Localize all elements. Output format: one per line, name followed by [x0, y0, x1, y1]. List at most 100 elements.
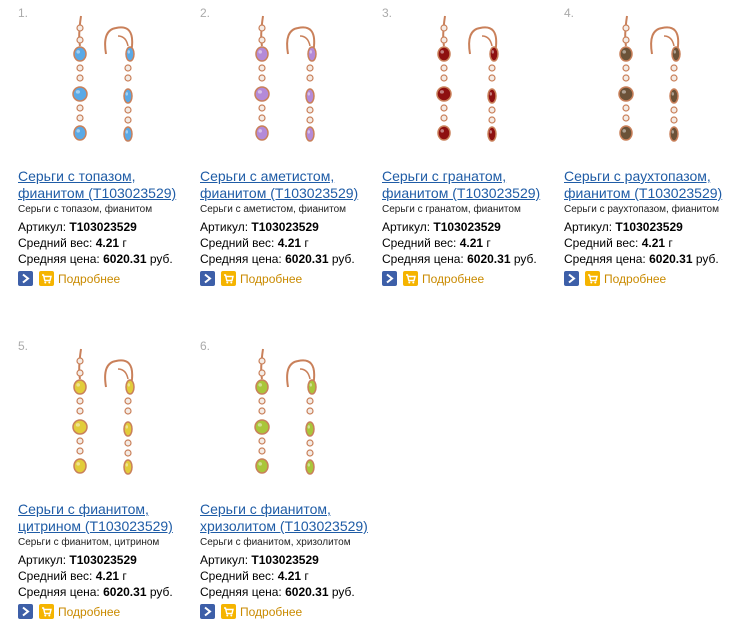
go-button[interactable] [200, 604, 215, 620]
product-title-link[interactable]: Серьги с раухтопазом, фианитом (Т1030235… [564, 168, 745, 202]
more-link[interactable]: Подробнее [604, 272, 666, 286]
gemstone [619, 46, 633, 62]
product-photo[interactable] [18, 339, 196, 497]
earrings-image [254, 348, 317, 475]
article-label: Артикул: [564, 220, 613, 234]
cubic-zirconia [124, 74, 132, 82]
cart-button[interactable] [221, 604, 236, 620]
gemstone [305, 421, 315, 437]
weight-unit: г [668, 236, 673, 250]
cubic-zirconia [670, 64, 678, 72]
gemstone-highlight [307, 130, 310, 134]
earrings-image [254, 15, 317, 142]
cart-button[interactable] [39, 271, 54, 287]
product-photo[interactable] [382, 6, 560, 164]
more-link[interactable]: Подробнее [422, 272, 484, 286]
gemstone-highlight [76, 462, 80, 466]
earring-right [104, 26, 135, 142]
product-number: 1. [18, 6, 29, 20]
cubic-zirconia [76, 74, 84, 82]
gemstone [125, 379, 135, 395]
earring-left [72, 15, 88, 141]
article-value: Т103023529 [433, 220, 501, 234]
gemstone-highlight [257, 90, 262, 94]
gemstone [73, 458, 87, 474]
price-unit: руб. [331, 252, 355, 266]
more-link[interactable]: Подробнее [240, 272, 302, 286]
cubic-zirconia [76, 114, 84, 122]
gemstone-highlight [671, 130, 674, 134]
weight-value: 4.21 [95, 236, 120, 250]
product-price: Средняя цена: 6020.31 руб. [18, 252, 173, 266]
gemstone-highlight [258, 50, 262, 54]
cubic-zirconia [76, 357, 84, 365]
cubic-zirconia [76, 24, 84, 32]
cubic-zirconia [258, 407, 266, 415]
weight-label: Средний вес: [18, 236, 93, 250]
go-button[interactable] [564, 271, 579, 287]
cubic-zirconia [622, 114, 630, 122]
weight-label: Средний вес: [564, 236, 639, 250]
gemstone [73, 125, 87, 141]
earring-right [286, 359, 317, 475]
more-link[interactable]: Подробнее [240, 605, 302, 619]
cubic-zirconia [622, 104, 630, 112]
cubic-zirconia [670, 74, 678, 82]
gemstone-highlight [127, 383, 130, 387]
weight-unit: г [122, 236, 127, 250]
arrow-right-icon [568, 273, 576, 284]
product-photo[interactable] [18, 6, 196, 164]
product-title-link[interactable]: Серьги с фианитом, цитрином (Т103023529) [18, 501, 218, 535]
cubic-zirconia [76, 397, 84, 405]
more-link[interactable]: Подробнее [58, 272, 120, 286]
gemstone [72, 86, 88, 102]
go-button[interactable] [18, 604, 33, 620]
cart-button[interactable] [403, 271, 418, 287]
gemstone-highlight [125, 92, 128, 96]
price-value: 6020.31 [467, 252, 511, 266]
more-link[interactable]: Подробнее [58, 605, 120, 619]
gemstone-highlight [258, 383, 262, 387]
product-title-link[interactable]: Серьги с гранатом, фианитом (Т103023529) [382, 168, 582, 202]
product-actions: Подробнее [382, 270, 484, 288]
price-value: 6020.31 [103, 585, 147, 599]
product-title-link[interactable]: Серьги с фианитом, хризолитом (Т10302352… [200, 501, 400, 535]
product-title-link[interactable]: Серьги с аметистом, фианитом (Т103023529… [200, 168, 400, 202]
go-button[interactable] [382, 271, 397, 287]
price-unit: руб. [331, 585, 355, 599]
cart-button[interactable] [221, 271, 236, 287]
gemstone [307, 46, 317, 62]
cart-button[interactable] [39, 604, 54, 620]
gemstone-highlight [307, 425, 310, 429]
product-price: Средняя цена: 6020.31 руб. [200, 585, 355, 599]
product-description: Серьги с раухтопазом, фианитом [564, 204, 719, 215]
product-photo[interactable] [200, 339, 378, 497]
product-photo[interactable] [564, 6, 742, 164]
weight-label: Средний вес: [200, 236, 275, 250]
product-title-link[interactable]: Серьги с топазом, фианитом (Т103023529) [18, 168, 218, 202]
price-label: Средняя цена: [382, 252, 464, 266]
article-label: Артикул: [200, 220, 249, 234]
gemstone [123, 459, 133, 475]
cubic-zirconia [124, 439, 132, 447]
gemstone-highlight [622, 50, 626, 54]
go-button[interactable] [18, 271, 33, 287]
gemstone [305, 459, 315, 475]
cubic-zirconia [76, 369, 84, 377]
go-button[interactable] [200, 271, 215, 287]
cart-button[interactable] [585, 271, 600, 287]
product-number: 2. [200, 6, 211, 20]
gemstone-highlight [76, 129, 80, 133]
product-photo[interactable] [200, 6, 378, 164]
cubic-zirconia [258, 357, 266, 365]
ear-latch [299, 368, 311, 380]
cubic-zirconia [76, 64, 84, 72]
price-unit: руб. [513, 252, 537, 266]
gemstone-highlight [75, 423, 80, 427]
price-label: Средняя цена: [200, 585, 282, 599]
gemstone-highlight [125, 425, 128, 429]
cubic-zirconia [670, 106, 678, 114]
product-article: Артикул: Т103023529 [382, 220, 501, 234]
cubic-zirconia [440, 36, 448, 44]
product-article: Артикул: Т103023529 [18, 553, 137, 567]
